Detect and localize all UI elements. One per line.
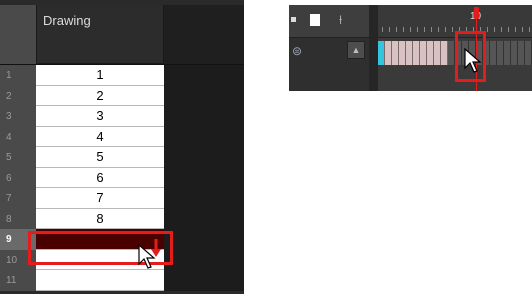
xsheet-row[interactable]: 44 [0, 126, 244, 147]
row-number: 3 [0, 106, 36, 127]
drawing-column-header[interactable]: Drawing [36, 5, 164, 64]
timeline-frame[interactable] [441, 41, 448, 65]
timeline-frame[interactable] [497, 41, 504, 65]
flip-horizontal-icon[interactable]: ⟊ [339, 12, 342, 28]
empty-cell[interactable] [164, 65, 244, 86]
xsheet-row[interactable]: 11 [0, 65, 244, 86]
timeline-frame[interactable] [420, 41, 427, 65]
ruler-tick [452, 27, 453, 32]
ruler-tick [438, 27, 439, 32]
ruler-tick [445, 27, 446, 32]
row-number: 7 [0, 188, 36, 209]
drawing-cell[interactable]: 6 [36, 167, 164, 188]
xsheet-row[interactable]: 22 [0, 85, 244, 106]
timeline-frame[interactable] [504, 41, 511, 65]
row-number: 11 [0, 270, 36, 291]
row-number: 5 [0, 147, 36, 168]
timeline-frame[interactable] [511, 41, 518, 65]
xsheet-row[interactable]: 11 [0, 270, 244, 291]
empty-cell[interactable] [164, 126, 244, 147]
drawing-cell[interactable] [36, 270, 164, 291]
empty-cell[interactable] [164, 188, 244, 209]
timeline-panel: ⟊ ⊜ ▲ 10 [289, 5, 532, 91]
empty-cell[interactable] [164, 270, 244, 291]
empty-cell[interactable] [164, 167, 244, 188]
ruler-tick [417, 27, 418, 32]
row-number: 4 [0, 126, 36, 147]
layer-header: ⊜ ▲ [289, 38, 369, 91]
empty-cell[interactable] [164, 106, 244, 127]
empty-column-header [164, 5, 244, 64]
mouse-cursor-icon [464, 48, 482, 73]
ruler-tick [508, 27, 509, 32]
timeline-frame[interactable] [399, 41, 406, 65]
mouse-cursor-icon [138, 244, 156, 269]
timeline-frame[interactable] [406, 41, 413, 65]
ruler-tick [522, 27, 523, 32]
timeline-frame[interactable] [518, 41, 525, 65]
drawing-cell[interactable]: 3 [36, 106, 164, 127]
ruler-tick [487, 27, 488, 32]
timeline-frame[interactable] [413, 41, 420, 65]
ruler-tick [403, 27, 404, 32]
xsheet-row[interactable]: 66 [0, 167, 244, 188]
timeline-frame[interactable] [378, 41, 385, 65]
ruler-tick [515, 27, 516, 32]
ruler-tick [382, 27, 383, 32]
layer-icon: ⊜ [292, 44, 303, 58]
white-square-icon[interactable] [310, 14, 320, 26]
ruler-tick [494, 27, 495, 32]
timeline-frame[interactable] [490, 41, 497, 65]
timeline-frame[interactable] [385, 41, 392, 65]
drawing-column-header-label: Drawing [43, 13, 91, 28]
xsheet-corner [0, 5, 36, 64]
timeline-frame[interactable] [427, 41, 434, 65]
row-number: 2 [0, 85, 36, 106]
timeline-frame[interactable] [525, 41, 532, 65]
ruler-tick [396, 27, 397, 32]
empty-cell[interactable] [164, 85, 244, 106]
xsheet-row[interactable]: 55 [0, 147, 244, 168]
ruler-tick [501, 27, 502, 32]
drawing-cell[interactable]: 4 [36, 126, 164, 147]
panel-splitter[interactable] [369, 5, 378, 91]
ruler-tick [431, 27, 432, 32]
row-number: 8 [0, 208, 36, 229]
collapse-button[interactable]: ▲ [347, 41, 365, 59]
xsheet-row[interactable]: 88 [0, 208, 244, 229]
ruler-tick [529, 27, 530, 32]
row-number: 6 [0, 167, 36, 188]
empty-cell[interactable] [164, 147, 244, 168]
drawing-cell[interactable]: 5 [36, 147, 164, 168]
xsheet-row[interactable]: 77 [0, 188, 244, 209]
timeline-frame[interactable] [434, 41, 441, 65]
ruler-tick [424, 27, 425, 32]
empty-cell[interactable] [164, 208, 244, 229]
drawing-cell[interactable]: 2 [36, 85, 164, 106]
timeline-frame[interactable] [392, 41, 399, 65]
row-number: 1 [0, 65, 36, 86]
timeline-frame[interactable] [448, 41, 455, 65]
xsheet-panel: Drawing 1 1 2 2 3 3 4 4 5 5 6 6 7 7 8 8 9 10 11 [0, 0, 244, 294]
drawing-cell[interactable]: 8 [36, 208, 164, 229]
drawing-cell[interactable]: 1 [36, 65, 164, 86]
bullet-icon[interactable] [291, 17, 296, 22]
timeline-toolbar: ⟊ [289, 5, 369, 38]
xsheet-row[interactable]: 33 [0, 106, 244, 127]
ruler-tick [410, 27, 411, 32]
ruler-tick [389, 27, 390, 32]
drawing-cell[interactable]: 7 [36, 188, 164, 209]
empty-cell[interactable] [164, 229, 244, 250]
empty-cell[interactable] [164, 249, 244, 270]
